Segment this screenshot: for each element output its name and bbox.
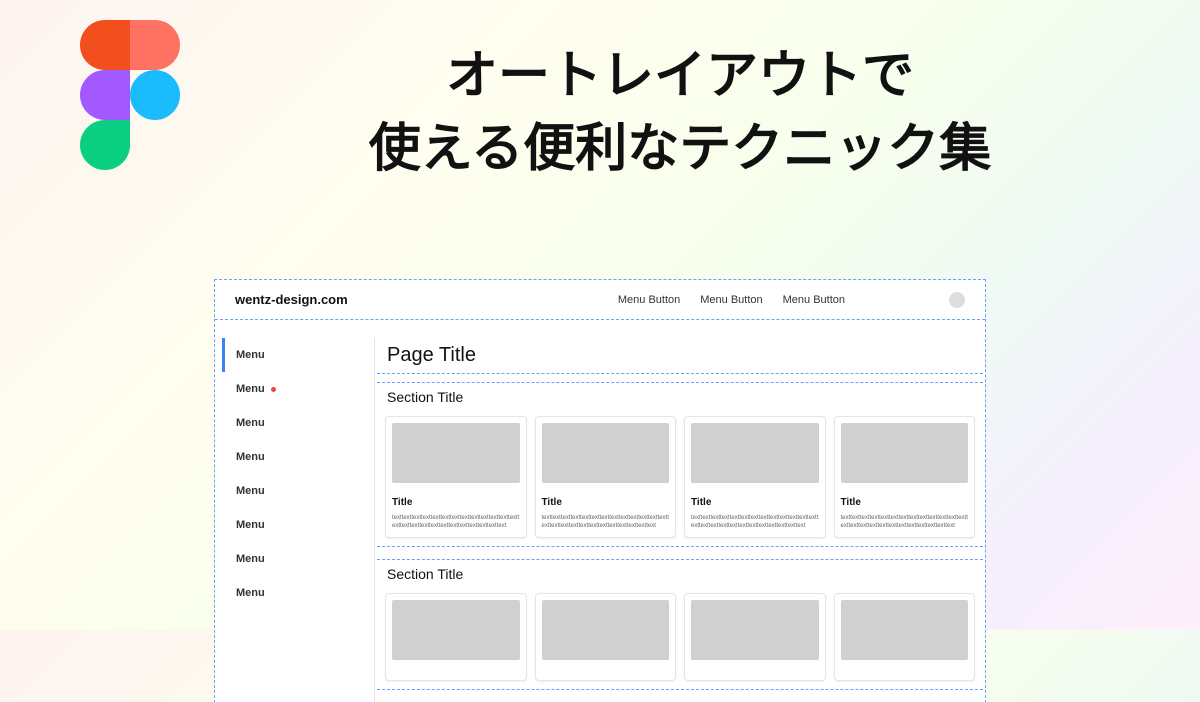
sidebar-item-menu[interactable]: Menu xyxy=(222,440,374,474)
headline-line-1: オートレイアウトで xyxy=(446,47,914,105)
sidebar-item-label: Menu xyxy=(236,519,265,531)
avatar[interactable] xyxy=(949,292,965,308)
sidebar-item-menu[interactable]: Menu xyxy=(222,406,374,440)
card-image-placeholder xyxy=(392,423,520,483)
sidebar-item-label: Menu xyxy=(236,383,265,395)
card-title: Title xyxy=(841,497,969,508)
mockup-header: wentz-design.com Menu Button Menu Button… xyxy=(215,280,985,320)
card-title: Title xyxy=(392,497,520,508)
card-row xyxy=(377,588,983,689)
sidebar-item-label: Menu xyxy=(236,417,265,429)
figma-logo-icon xyxy=(80,20,180,170)
content-card[interactable] xyxy=(385,593,527,681)
main-content: Page Title Section Title Title texttextt… xyxy=(375,338,985,702)
mockup-body: Menu Menu Menu Menu Menu Menu Menu Menu … xyxy=(215,320,985,702)
content-card[interactable]: Title texttexttexttexttexttexttexttextte… xyxy=(535,416,677,538)
card-text: texttexttexttexttexttexttexttexttexttext… xyxy=(691,514,819,531)
section-block: Section Title Title texttexttexttexttext… xyxy=(377,382,983,547)
sidebar-item-menu[interactable]: Menu xyxy=(222,372,374,406)
sidebar-item-label: Menu xyxy=(236,553,265,565)
content-card[interactable]: Title texttexttexttexttexttexttexttextte… xyxy=(834,416,976,538)
content-card[interactable] xyxy=(684,593,826,681)
sidebar-item-menu[interactable]: Menu xyxy=(222,338,374,372)
section-title: Section Title xyxy=(377,560,983,588)
sidebar-item-label: Menu xyxy=(236,451,265,463)
sidebar-item-menu[interactable]: Menu xyxy=(222,576,374,610)
sidebar-item-label: Menu xyxy=(236,485,265,497)
card-text: texttexttexttexttexttexttexttexttexttext… xyxy=(841,514,969,531)
site-logo-text[interactable]: wentz-design.com xyxy=(235,292,348,307)
card-image-placeholder xyxy=(542,423,670,483)
header-menu-buttons: Menu Button Menu Button Menu Button xyxy=(618,294,965,306)
content-card[interactable]: Title texttexttexttexttexttexttexttextte… xyxy=(684,416,826,538)
card-text: texttexttexttexttexttexttexttexttexttext… xyxy=(392,514,520,531)
content-card[interactable] xyxy=(535,593,677,681)
headline-line-2: 使える便利なテクニック集 xyxy=(369,120,991,178)
sidebar-item-label: Menu xyxy=(236,587,265,599)
sidebar-item-menu[interactable]: Menu xyxy=(222,508,374,542)
mockup-frame: wentz-design.com Menu Button Menu Button… xyxy=(215,280,985,702)
section-block: Section Title xyxy=(377,559,983,690)
menu-button[interactable]: Menu Button xyxy=(618,294,680,306)
menu-button[interactable]: Menu Button xyxy=(700,294,762,306)
menu-button[interactable]: Menu Button xyxy=(783,294,845,306)
sidebar-item-menu[interactable]: Menu xyxy=(222,542,374,576)
card-image-placeholder xyxy=(691,423,819,483)
sidebar-item-menu[interactable]: Menu xyxy=(222,474,374,508)
content-card[interactable] xyxy=(834,593,976,681)
content-card[interactable]: Title texttexttexttexttexttexttexttextte… xyxy=(385,416,527,538)
card-text: texttexttexttexttexttexttexttexttexttext… xyxy=(542,514,670,531)
headline: オートレイアウトで 使える便利なテクニック集 xyxy=(200,40,1160,186)
card-title: Title xyxy=(542,497,670,508)
card-title: Title xyxy=(691,497,819,508)
section-title: Section Title xyxy=(377,383,983,411)
sidebar-item-label: Menu xyxy=(236,349,265,361)
page-title: Page Title xyxy=(377,338,983,374)
notification-dot-icon xyxy=(271,387,276,392)
sidebar: Menu Menu Menu Menu Menu Menu Menu Menu xyxy=(222,338,375,702)
card-row: Title texttexttexttexttexttexttexttextte… xyxy=(377,411,983,546)
card-image-placeholder xyxy=(841,423,969,483)
